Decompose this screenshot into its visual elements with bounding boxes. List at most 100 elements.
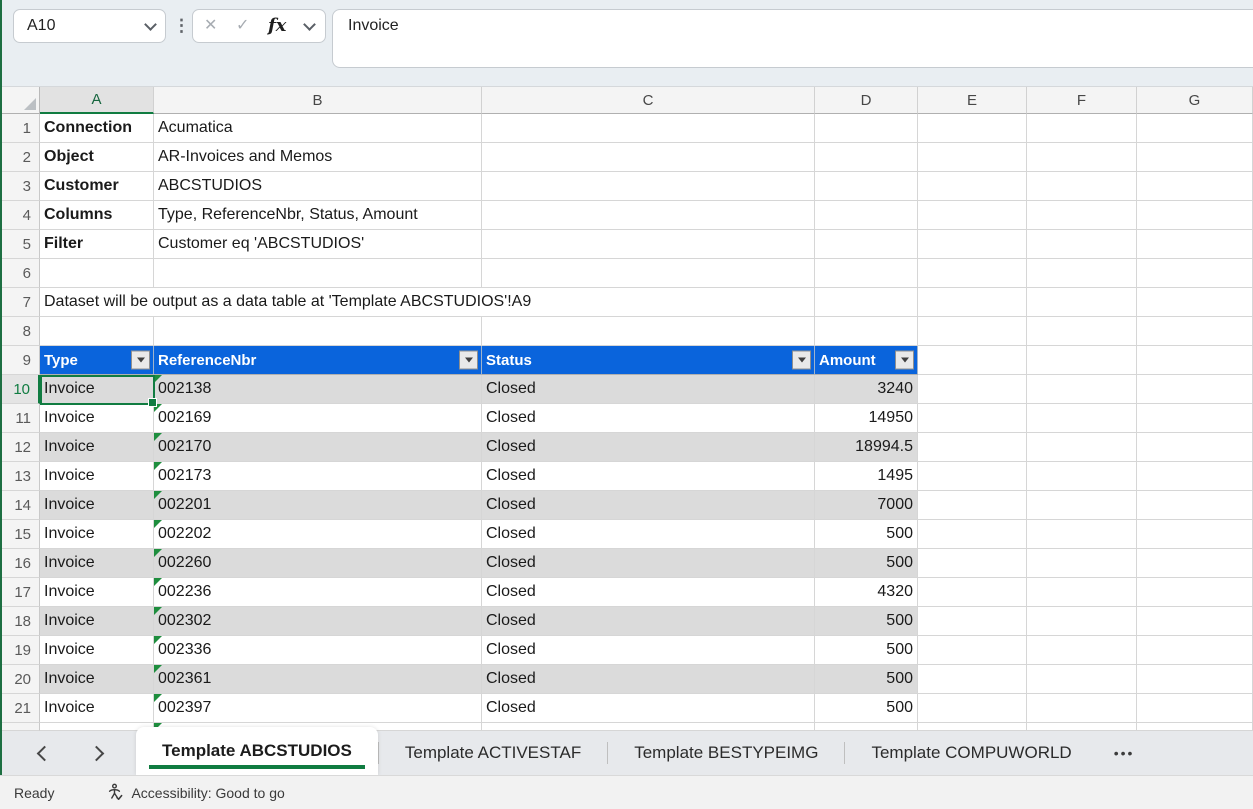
cell-B4[interactable]: Type, ReferenceNbr, Status, Amount [154,201,482,230]
cell-C5[interactable] [482,230,815,259]
cell-A15[interactable]: Invoice [40,520,154,549]
cell-D22[interactable] [815,723,918,731]
cell-C20[interactable]: Closed [482,665,815,694]
cell-G18[interactable] [1137,607,1253,636]
cell-E19[interactable] [918,636,1027,665]
row-header-22[interactable] [0,723,40,731]
cell-B12[interactable]: 002170 [154,433,482,462]
prev-sheet-button[interactable] [34,741,54,765]
cell-F7[interactable] [1027,288,1137,317]
cancel-icon[interactable]: ✕ [204,18,217,34]
cell-C21[interactable]: Closed [482,694,815,723]
select-all-button[interactable] [0,87,40,114]
cell-E18[interactable] [918,607,1027,636]
cell-C10[interactable]: Closed [482,375,815,404]
cell-E20[interactable] [918,665,1027,694]
cell-B20[interactable]: 002361 [154,665,482,694]
cell-G20[interactable] [1137,665,1253,694]
cell-F16[interactable] [1027,549,1137,578]
cell-G16[interactable] [1137,549,1253,578]
cell-D3[interactable] [815,172,918,201]
cell-A7[interactable]: Dataset will be output as a data table a… [40,288,815,317]
cell-B8[interactable] [154,317,482,346]
cell-D12[interactable]: 18994.5 [815,433,918,462]
enter-icon[interactable]: ✓ [236,18,249,34]
cell-G5[interactable] [1137,230,1253,259]
cell-E11[interactable] [918,404,1027,433]
cell-F22[interactable] [1027,723,1137,731]
cell-B21[interactable]: 002397 [154,694,482,723]
cell-D19[interactable]: 500 [815,636,918,665]
row-header-14[interactable]: 14 [0,491,40,520]
cell-C18[interactable]: Closed [482,607,815,636]
column-header-A[interactable]: A [40,87,154,114]
cell-F13[interactable] [1027,462,1137,491]
cell-G21[interactable] [1137,694,1253,723]
table-header-amount[interactable]: Amount [815,346,918,375]
cell-C17[interactable]: Closed [482,578,815,607]
cell-C12[interactable]: Closed [482,433,815,462]
cell-F3[interactable] [1027,172,1137,201]
cell-E6[interactable] [918,259,1027,288]
cell-G10[interactable] [1137,375,1253,404]
formula-input[interactable]: Invoice [332,9,1253,68]
cell-C8[interactable] [482,317,815,346]
column-header-E[interactable]: E [918,87,1027,114]
cell-E5[interactable] [918,230,1027,259]
cell-G15[interactable] [1137,520,1253,549]
cell-B17[interactable]: 002236 [154,578,482,607]
row-header-9[interactable]: 9 [0,346,40,375]
cell-E3[interactable] [918,172,1027,201]
column-header-D[interactable]: D [815,87,918,114]
cell-A2[interactable]: Object [40,143,154,172]
cell-E17[interactable] [918,578,1027,607]
cell-D13[interactable]: 1495 [815,462,918,491]
status-ready[interactable]: Ready [14,785,54,801]
cell-A3[interactable]: Customer [40,172,154,201]
filter-button[interactable] [131,351,150,370]
row-header-3[interactable]: 3 [0,172,40,201]
cell-C3[interactable] [482,172,815,201]
cell-E14[interactable] [918,491,1027,520]
cell-A20[interactable]: Invoice [40,665,154,694]
row-header-5[interactable]: 5 [0,230,40,259]
cell-C16[interactable]: Closed [482,549,815,578]
next-sheet-button[interactable] [86,741,106,765]
cell-C19[interactable]: Closed [482,636,815,665]
cell-E13[interactable] [918,462,1027,491]
sheet-tab[interactable]: Template ACTIVESTAF [379,731,607,775]
column-header-G[interactable]: G [1137,87,1253,114]
cell-F11[interactable] [1027,404,1137,433]
cell-G3[interactable] [1137,172,1253,201]
cell-E4[interactable] [918,201,1027,230]
cell-C13[interactable]: Closed [482,462,815,491]
cell-E9[interactable] [918,346,1027,375]
cell-F1[interactable] [1027,114,1137,143]
cell-D6[interactable] [815,259,918,288]
cell-F8[interactable] [1027,317,1137,346]
cell-F15[interactable] [1027,520,1137,549]
cell-F17[interactable] [1027,578,1137,607]
row-header-2[interactable]: 2 [0,143,40,172]
cell-E12[interactable] [918,433,1027,462]
cell-B13[interactable]: 002173 [154,462,482,491]
cell-D10[interactable]: 3240 [815,375,918,404]
cell-C6[interactable] [482,259,815,288]
row-header-16[interactable]: 16 [0,549,40,578]
cell-B16[interactable]: 002260 [154,549,482,578]
row-header-12[interactable]: 12 [0,433,40,462]
cell-D20[interactable]: 500 [815,665,918,694]
cell-G1[interactable] [1137,114,1253,143]
column-header-B[interactable]: B [154,87,482,114]
cell-D16[interactable]: 500 [815,549,918,578]
accessibility-status[interactable]: Accessibility: Good to go [106,783,284,802]
cell-F6[interactable] [1027,259,1137,288]
cell-E2[interactable] [918,143,1027,172]
cell-A5[interactable]: Filter [40,230,154,259]
more-sheets-button[interactable]: ••• [1098,731,1151,775]
cell-G2[interactable] [1137,143,1253,172]
cell-F19[interactable] [1027,636,1137,665]
row-header-6[interactable]: 6 [0,259,40,288]
cell-E7[interactable] [918,288,1027,317]
cell-E10[interactable] [918,375,1027,404]
